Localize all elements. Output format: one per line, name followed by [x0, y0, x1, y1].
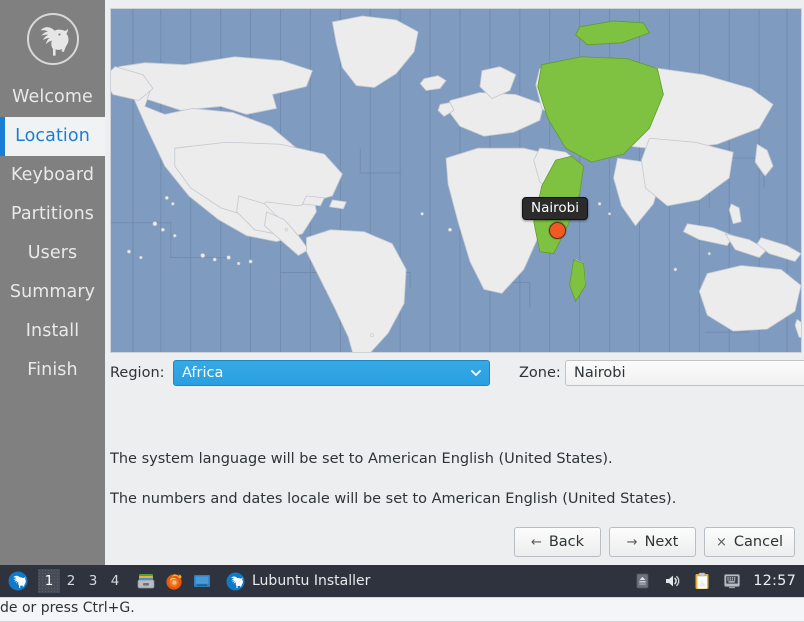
arrow-right-icon: → — [626, 534, 638, 550]
taskbar-window-label: Lubuntu Installer — [252, 573, 371, 589]
lubuntu-logo — [0, 0, 105, 78]
lubuntu-installer-window: Welcome Location Keyboard Partitions Use… — [0, 0, 804, 565]
back-button[interactable]: ← Back — [514, 527, 601, 557]
city-tooltip: Nairobi — [522, 197, 588, 220]
zone-value: Nairobi — [574, 365, 626, 381]
display-icon[interactable] — [723, 572, 741, 590]
volume-icon[interactable] — [663, 572, 681, 590]
numbers-dates-locale-text: The numbers and dates locale will be set… — [110, 491, 677, 507]
statusbar-text: de or press Ctrl+G. — [0, 600, 135, 616]
workspace-2[interactable]: 2 — [60, 569, 82, 593]
lubuntu-window-icon — [226, 571, 245, 591]
zone-label: Zone: — [519, 365, 561, 381]
installer-sidebar: Welcome Location Keyboard Partitions Use… — [0, 0, 105, 565]
firefox-icon[interactable] — [164, 571, 184, 591]
desktop-taskbar: 1 2 3 4 Lubuntu Installer 12:57 — [0, 565, 804, 597]
workspace-1[interactable]: 1 — [38, 569, 60, 593]
sidebar-item-label: Partitions — [10, 204, 95, 224]
timezone-world-map[interactable]: Nairobi — [110, 8, 802, 353]
sidebar-item-label: Location — [15, 126, 90, 146]
taskbar-clock[interactable]: 12:57 — [753, 573, 796, 589]
sidebar-item-label: Users — [27, 243, 78, 263]
next-button[interactable]: → Next — [609, 527, 696, 557]
lubuntu-menu-icon — [8, 571, 28, 591]
background-window-statusbar: de or press Ctrl+G. — [0, 597, 804, 622]
close-icon: × — [715, 534, 727, 550]
sidebar-item-label: Install — [25, 321, 80, 341]
world-map-graphic — [111, 9, 801, 352]
quick-launch-bar — [136, 571, 212, 591]
workspace-switcher[interactable]: 1 2 3 4 — [38, 569, 126, 593]
workspace-3[interactable]: 3 — [82, 569, 104, 593]
screen: Welcome Location Keyboard Partitions Use… — [0, 0, 804, 622]
sidebar-item-label: Keyboard — [10, 165, 95, 185]
clipboard-icon[interactable] — [693, 572, 711, 591]
sidebar-item-location[interactable]: Location — [0, 117, 105, 156]
sidebar-item-label: Welcome — [12, 87, 93, 107]
wizard-button-bar: ← Back → Next × Cancel — [105, 527, 799, 557]
sidebar-item-install[interactable]: Install — [0, 312, 105, 351]
lubuntu-menu-button[interactable] — [4, 571, 32, 591]
zone-dropdown[interactable]: Nairobi — [565, 360, 804, 386]
system-language-text: The system language will be set to Ameri… — [110, 451, 613, 467]
region-dropdown[interactable]: Africa — [173, 360, 490, 386]
sidebar-item-welcome[interactable]: Welcome — [0, 78, 105, 117]
file-manager-icon[interactable] — [136, 571, 156, 591]
arrow-left-icon: ← — [530, 534, 542, 550]
sidebar-item-label: Summary — [9, 282, 96, 302]
next-button-label: Next — [644, 534, 679, 550]
back-button-label: Back — [548, 534, 585, 550]
region-label: Region: — [110, 365, 165, 381]
sidebar-item-keyboard[interactable]: Keyboard — [0, 156, 105, 195]
system-tray: 12:57 — [634, 572, 804, 591]
sidebar-item-partitions[interactable]: Partitions — [0, 195, 105, 234]
selected-city-marker — [549, 222, 566, 239]
location-selectors: Region: Africa Zone: Nairobi — [110, 360, 804, 386]
sidebar-item-users[interactable]: Users — [0, 234, 105, 273]
installer-main-panel: Nairobi Region: Africa Zone: Nairobi The… — [105, 0, 804, 565]
sidebar-item-summary[interactable]: Summary — [0, 273, 105, 312]
chevron-down-icon — [471, 368, 481, 378]
taskbar-window-button-lubuntu-installer[interactable]: Lubuntu Installer — [226, 571, 371, 591]
terminal-icon[interactable] — [192, 571, 212, 591]
workspace-4[interactable]: 4 — [104, 569, 126, 593]
cancel-button[interactable]: × Cancel — [704, 527, 795, 557]
installer-nav: Welcome Location Keyboard Partitions Use… — [0, 78, 105, 390]
cancel-button-label: Cancel — [733, 534, 784, 550]
sidebar-item-finish[interactable]: Finish — [0, 351, 105, 390]
city-tooltip-label: Nairobi — [531, 200, 579, 216]
eject-icon[interactable] — [634, 572, 651, 590]
lubuntu-bird-logo — [26, 13, 79, 65]
region-value: Africa — [182, 365, 224, 381]
sidebar-item-label: Finish — [27, 360, 78, 380]
